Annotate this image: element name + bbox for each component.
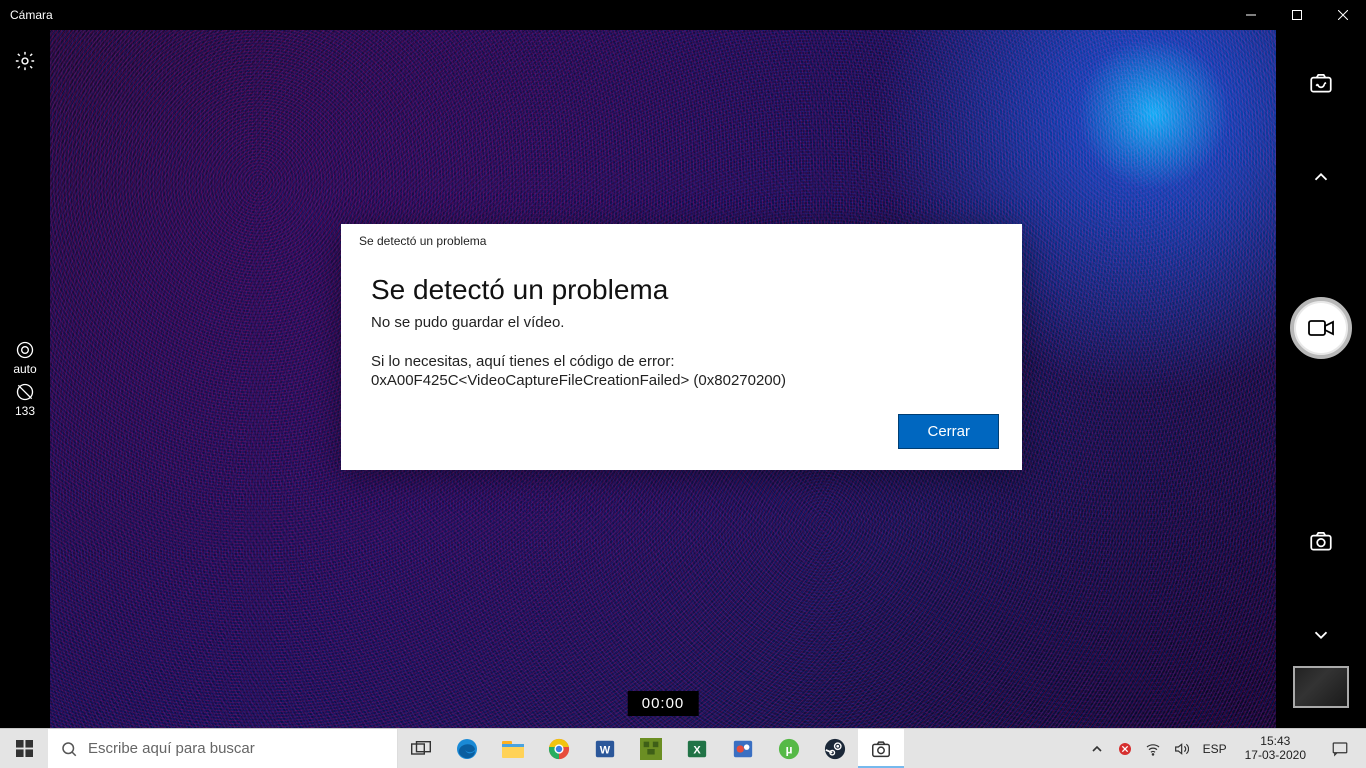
mode-up-button[interactable] xyxy=(1310,166,1332,188)
svg-text:µ: µ xyxy=(786,742,793,756)
tray-overflow[interactable] xyxy=(1087,743,1107,755)
record-button[interactable] xyxy=(1290,297,1352,359)
taskbar-apps: W X µ xyxy=(398,729,904,768)
tray-volume[interactable] xyxy=(1171,741,1191,757)
timer-value: 133 xyxy=(15,404,35,418)
photo-mode-button[interactable] xyxy=(1308,528,1334,554)
dialog-message: No se pudo guardar el vídeo. xyxy=(341,314,1022,353)
task-view-button[interactable] xyxy=(398,729,444,768)
tray-clock[interactable]: 15:43 17-03-2020 xyxy=(1239,735,1312,763)
timer-button[interactable]: 133 xyxy=(15,382,35,418)
dialog-close-button[interactable]: Cerrar xyxy=(899,415,998,448)
tray-language[interactable]: ESP xyxy=(1199,742,1231,756)
camera-roll-thumbnail[interactable] xyxy=(1293,666,1349,708)
settings-button[interactable] xyxy=(14,50,36,72)
tray-wifi[interactable] xyxy=(1143,741,1163,757)
tray-date: 17-03-2020 xyxy=(1245,749,1306,763)
search-placeholder: Escribe aquí para buscar xyxy=(88,740,255,757)
taskbar-utorrent[interactable]: µ xyxy=(766,729,812,768)
title-bar: Cámara xyxy=(0,0,1366,30)
switch-camera-button[interactable] xyxy=(1308,70,1334,96)
taskbar-steam[interactable] xyxy=(812,729,858,768)
maximize-button[interactable] xyxy=(1274,0,1320,30)
taskbar-excel[interactable]: X xyxy=(674,729,720,768)
taskbar-explorer[interactable] xyxy=(490,729,536,768)
svg-text:X: X xyxy=(693,744,701,756)
error-dialog: Se detectó un problema Se detectó un pro… xyxy=(341,224,1022,470)
window-title: Cámara xyxy=(10,8,53,22)
taskbar-minecraft[interactable] xyxy=(628,729,674,768)
taskbar-search[interactable]: Escribe aquí para buscar xyxy=(48,729,398,768)
tray-time: 15:43 xyxy=(1245,735,1306,749)
dialog-error-code: 0xA00F425C<VideoCaptureFileCreationFaile… xyxy=(341,372,1022,391)
dialog-heading: Se detectó un problema xyxy=(341,252,1022,314)
taskbar-edge[interactable] xyxy=(444,729,490,768)
window-controls xyxy=(1228,0,1366,30)
taskbar-app-generic[interactable] xyxy=(720,729,766,768)
focus-mode-button[interactable]: auto xyxy=(13,340,36,376)
camera-app: 00:00 auto 133 xyxy=(0,30,1366,728)
mode-down-button[interactable] xyxy=(1310,624,1332,646)
taskbar: Escribe aquí para buscar W xyxy=(0,728,1366,768)
taskbar-word[interactable]: W xyxy=(582,729,628,768)
system-tray: ESP 15:43 17-03-2020 xyxy=(1087,729,1366,768)
close-button[interactable] xyxy=(1320,0,1366,30)
right-controls xyxy=(1276,30,1366,728)
tray-action-center[interactable] xyxy=(1320,740,1360,758)
taskbar-chrome[interactable] xyxy=(536,729,582,768)
svg-text:W: W xyxy=(600,744,611,756)
recording-timer: 00:00 xyxy=(628,691,699,716)
tray-security[interactable] xyxy=(1115,741,1135,757)
taskbar-camera[interactable] xyxy=(858,729,904,768)
dialog-caption: Se detectó un problema xyxy=(341,224,1022,252)
left-controls: auto 133 xyxy=(0,30,50,728)
start-button[interactable] xyxy=(0,729,48,768)
focus-mode-label: auto xyxy=(13,362,36,376)
minimize-button[interactable] xyxy=(1228,0,1274,30)
dialog-error-prefix: Si lo necesitas, aquí tienes el código d… xyxy=(341,353,1022,372)
